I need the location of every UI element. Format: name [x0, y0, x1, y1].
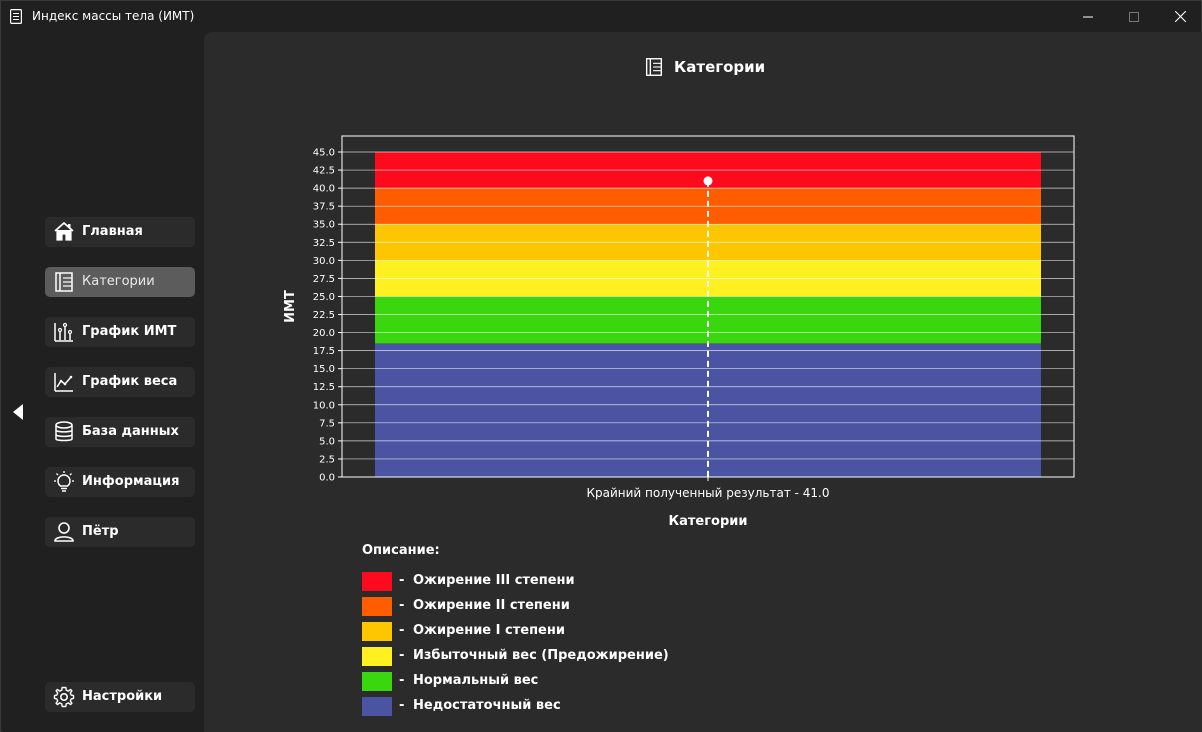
legend-swatch: [362, 697, 392, 716]
sidebar: Главная Категории График ИМТ График веса…: [2, 32, 204, 732]
x-tick-label: Крайний полученный результат - 41.0: [587, 486, 830, 500]
legend-swatch: [362, 597, 392, 616]
sidebar-item-label: График ИМТ: [82, 324, 177, 339]
sidebar-item-home[interactable]: Главная: [45, 217, 195, 247]
legend-swatch: [362, 622, 392, 641]
document-icon: [10, 9, 22, 24]
legend-separator: -: [399, 573, 405, 588]
sidebar-item-weight-chart[interactable]: График веса: [45, 367, 195, 397]
legend-swatch: [362, 572, 392, 591]
page-title: Категории: [674, 58, 766, 76]
y-tick-label: 12.5: [313, 382, 335, 393]
y-tick-label: 10.0: [313, 400, 335, 411]
result-marker: [703, 176, 713, 186]
x-axis-label: Категории: [669, 514, 748, 529]
legend-label: Ожирение II степени: [413, 598, 570, 613]
sidebar-item-label: Настройки: [82, 689, 163, 704]
collapse-sidebar-icon[interactable]: [13, 404, 25, 420]
chart-svg: 0.0 2.5 5.0 7.5 10.0 12.5 15.0 17.5 20.0 22.5 25.0…: [283, 135, 1075, 529]
close-icon: [1174, 11, 1186, 22]
categories-icon: [645, 58, 663, 76]
legend-label: Нормальный вес: [413, 673, 539, 688]
y-tick-label: 30.0: [313, 256, 335, 267]
home-icon: [54, 222, 74, 241]
legend-label: Избыточный вес (Предожирение): [413, 648, 669, 663]
y-tick-label: 40.0: [313, 184, 335, 195]
lightbulb-icon: [54, 471, 74, 492]
legend-separator: -: [399, 598, 405, 613]
sidebar-item-label: График веса: [82, 374, 178, 389]
sidebar-item-label: Пётр: [82, 524, 119, 539]
y-tick-label: 0.0: [319, 473, 335, 484]
legend-label: Ожирение I степени: [413, 623, 565, 638]
description-title: Описание:: [362, 543, 440, 558]
categories-icon: [55, 272, 73, 292]
y-tick-label: 27.5: [313, 274, 335, 285]
title-bar: Индекс массы тела (ИМТ): [1, 1, 1201, 32]
y-tick-label: 45.0: [313, 148, 335, 159]
legend-separator: -: [399, 698, 405, 713]
maximize-icon: [1129, 11, 1139, 22]
sidebar-item-label: Информация: [82, 474, 180, 489]
legend-swatch: [362, 647, 392, 666]
sidebar-item-label: Главная: [82, 224, 143, 239]
sidebar-item-categories[interactable]: Категории: [45, 267, 195, 297]
minimize-button[interactable]: [1065, 1, 1111, 32]
y-tick-label: 5.0: [319, 436, 335, 447]
minimize-icon: [1083, 16, 1093, 17]
y-tick-label: 2.5: [319, 454, 335, 465]
y-tick-label: 25.0: [313, 292, 335, 303]
user-icon: [54, 522, 74, 542]
sidebar-item-label: Категории: [82, 274, 155, 289]
sidebar-item-info[interactable]: Информация: [45, 467, 195, 497]
sidebar-item-bmi-chart[interactable]: График ИМТ: [45, 317, 195, 347]
maximize-button[interactable]: [1111, 1, 1157, 32]
app-window: Индекс массы тела (ИМТ) Главная Категори…: [0, 0, 1202, 732]
sidebar-item-label: База данных: [82, 424, 179, 439]
close-button[interactable]: [1157, 1, 1202, 32]
line-chart-icon: [54, 373, 73, 392]
main-panel: Категории 0.0 2.5 5.0 7.5 10.0 12.5 15.0 17.5 20…: [204, 32, 1202, 732]
y-axis-label: ИМТ: [283, 290, 298, 323]
legend-separator: -: [399, 673, 405, 688]
legend-label: Недостаточный вес: [413, 698, 561, 713]
database-icon: [55, 421, 73, 442]
y-tick-label: 15.0: [313, 364, 335, 375]
legend-separator: -: [399, 648, 405, 663]
y-tick-label: 35.0: [313, 220, 335, 231]
y-tick-label: 20.0: [313, 328, 335, 339]
sidebar-item-profile[interactable]: Пётр: [45, 517, 195, 547]
window-title: Индекс массы тела (ИМТ): [32, 9, 195, 23]
bmi-category-chart: 0.0 2.5 5.0 7.5 10.0 12.5 15.0 17.5 20.0 22.5 25.0…: [264, 122, 1154, 542]
y-tick-label: 22.5: [313, 310, 335, 321]
y-tick-label: 37.5: [313, 202, 335, 213]
y-tick-label: 32.5: [313, 238, 335, 249]
legend-separator: -: [399, 623, 405, 638]
bar-chart-icon: [54, 322, 73, 342]
sidebar-item-settings[interactable]: Настройки: [45, 682, 195, 712]
y-tick-label: 7.5: [319, 418, 335, 429]
sidebar-item-database[interactable]: База данных: [45, 417, 195, 447]
y-tick-label: 17.5: [313, 346, 335, 357]
y-tick-label: 42.5: [313, 166, 335, 177]
gear-icon: [53, 686, 75, 708]
legend-swatch: [362, 672, 392, 691]
legend-label: Ожирение III степени: [413, 573, 575, 588]
